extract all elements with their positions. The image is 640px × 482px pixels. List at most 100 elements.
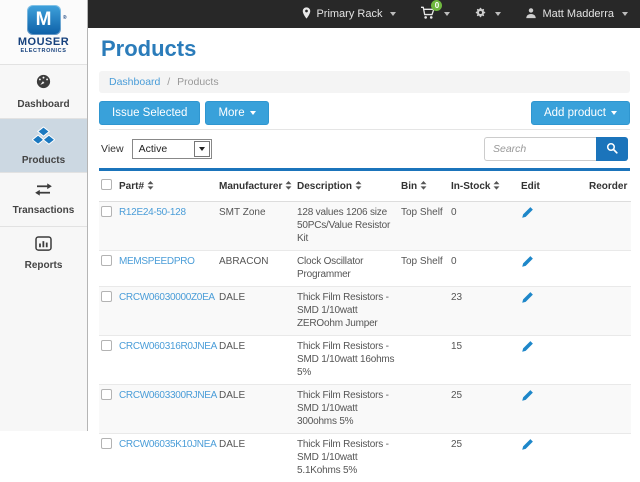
bin-cell (399, 434, 449, 482)
breadcrumb-dashboard-link[interactable]: Dashboard (109, 76, 160, 88)
sidebar-item-label: Dashboard (17, 99, 69, 110)
edit-pencil-icon[interactable] (521, 340, 534, 357)
bin-cell (399, 287, 449, 336)
sort-icon (285, 181, 292, 190)
user-icon (525, 7, 537, 22)
manufacturer-cell: ABRACON (217, 251, 295, 287)
products-table: Part# Manufacturer Description Bin In-St… (99, 171, 631, 482)
main-content: Products Dashboard / Products Issue Sele… (89, 28, 640, 431)
edit-pencil-icon[interactable] (521, 206, 534, 223)
sidebar-item-reports[interactable]: Reports (0, 226, 87, 280)
sidebar-item-label: Products (22, 155, 65, 166)
logo-subtitle: ELECTRONICS (0, 48, 87, 55)
edit-pencil-icon[interactable] (521, 438, 534, 455)
search-input[interactable] (484, 137, 596, 161)
instock-cell: 23 (449, 287, 519, 336)
sidebar-item-products[interactable]: Products (0, 118, 87, 172)
row-checkbox[interactable] (101, 291, 112, 302)
breadcrumb: Dashboard / Products (99, 71, 630, 93)
reorder-cell (587, 287, 631, 336)
table-row: CRCW060316R0JNEA DALE Thick Film Resisto… (99, 336, 631, 385)
reports-chart-icon (35, 236, 52, 256)
products-table-body: R12E24-50-128 SMT Zone 128 values 1206 s… (99, 202, 631, 482)
manufacturer-cell: DALE (217, 336, 295, 385)
description-cell: Thick Film Resistors - SMD 1/10watt 5.1K… (295, 434, 399, 482)
instock-cell: 25 (449, 434, 519, 482)
column-header-description[interactable]: Description (295, 171, 399, 202)
sidebar-item-dashboard[interactable]: Dashboard (0, 64, 87, 118)
sort-icon (147, 181, 154, 190)
chevron-down-icon (495, 12, 501, 16)
select-all-checkbox[interactable] (101, 179, 112, 190)
row-checkbox[interactable] (101, 340, 112, 351)
column-header-manufacturer[interactable]: Manufacturer (217, 171, 295, 202)
sort-icon (355, 181, 362, 190)
cart-button[interactable]: 0 (420, 6, 450, 23)
cart-count-badge: 0 (431, 0, 442, 11)
manufacturer-cell: DALE (217, 385, 295, 434)
sidebar-item-label: Transactions (13, 205, 75, 216)
row-checkbox[interactable] (101, 255, 112, 266)
sort-icon (420, 181, 427, 190)
breadcrumb-separator: / (167, 76, 170, 88)
description-cell: Clock Oscillator Programmer (295, 251, 399, 287)
edit-pencil-icon[interactable] (521, 389, 534, 406)
dashboard-gauge-icon (35, 73, 52, 95)
search-group (484, 137, 628, 161)
sort-icon (493, 181, 500, 190)
column-header-part[interactable]: Part# (117, 171, 217, 202)
bin-cell (399, 336, 449, 385)
settings-menu[interactable] (474, 6, 501, 22)
sidebar: M ® MOUSER ELECTRONICS Dashboard Product… (0, 0, 88, 431)
breadcrumb-current: Products (177, 76, 218, 88)
registered-mark: ® (63, 3, 67, 33)
table-row: MEMSPEEDPRO ABRACON Clock Oscillator Pro… (99, 251, 631, 287)
column-header-bin[interactable]: Bin (399, 171, 449, 202)
topbar: Primary Rack 0 Matt Madderra (88, 0, 640, 28)
part-link[interactable]: CRCW0603300RJNEA (119, 390, 217, 401)
mouser-logo[interactable]: M ® MOUSER ELECTRONICS (0, 0, 87, 64)
toolbar: Issue Selected More Add product (99, 101, 630, 125)
part-link[interactable]: CRCW060316R0JNEA (119, 341, 217, 352)
table-row: CRCW06030000Z0EA DALE Thick Film Resisto… (99, 287, 631, 336)
view-select-value: Active (139, 143, 168, 155)
sidebar-item-label: Reports (25, 260, 63, 271)
chevron-down-icon (444, 12, 450, 16)
rack-label: Primary Rack (316, 8, 382, 20)
bin-cell (399, 385, 449, 434)
description-cell: 128 values 1206 size 50PCs/Value Resisto… (295, 202, 399, 251)
part-link[interactable]: CRCW06035K10JNEA (119, 439, 216, 450)
chevron-down-icon (250, 111, 256, 115)
row-checkbox[interactable] (101, 206, 112, 217)
manufacturer-cell: SMT Zone (217, 202, 295, 251)
instock-cell: 0 (449, 202, 519, 251)
issue-selected-button[interactable]: Issue Selected (99, 101, 200, 125)
user-menu[interactable]: Matt Madderra (525, 7, 628, 22)
reorder-cell (587, 251, 631, 287)
logo-title: MOUSER (0, 37, 87, 48)
view-select[interactable]: Active (132, 139, 212, 159)
row-checkbox[interactable] (101, 438, 112, 449)
add-product-button[interactable]: Add product (531, 101, 630, 125)
search-button[interactable] (596, 137, 628, 161)
instock-cell: 25 (449, 385, 519, 434)
reorder-cell (587, 385, 631, 434)
bin-cell: Top Shelf (399, 251, 449, 287)
products-cubes-icon (32, 126, 55, 151)
edit-pencil-icon[interactable] (521, 255, 534, 272)
part-link[interactable]: CRCW06030000Z0EA (119, 292, 215, 303)
more-button[interactable]: More (205, 101, 268, 125)
search-icon (606, 142, 618, 157)
table-row: CRCW0603300RJNEA DALE Thick Film Resisto… (99, 385, 631, 434)
table-row: CRCW06035K10JNEA DALE Thick Film Resisto… (99, 434, 631, 482)
instock-cell: 0 (449, 251, 519, 287)
sidebar-item-transactions[interactable]: Transactions (0, 172, 87, 226)
part-link[interactable]: R12E24-50-128 (119, 207, 186, 218)
description-cell: Thick Film Resistors - SMD 1/10watt 300o… (295, 385, 399, 434)
column-header-instock[interactable]: In-Stock (449, 171, 519, 202)
part-link[interactable]: MEMSPEEDPRO (119, 256, 195, 267)
mouser-m-badge: M ® (27, 5, 61, 35)
edit-pencil-icon[interactable] (521, 291, 534, 308)
row-checkbox[interactable] (101, 389, 112, 400)
rack-selector[interactable]: Primary Rack (302, 7, 396, 22)
